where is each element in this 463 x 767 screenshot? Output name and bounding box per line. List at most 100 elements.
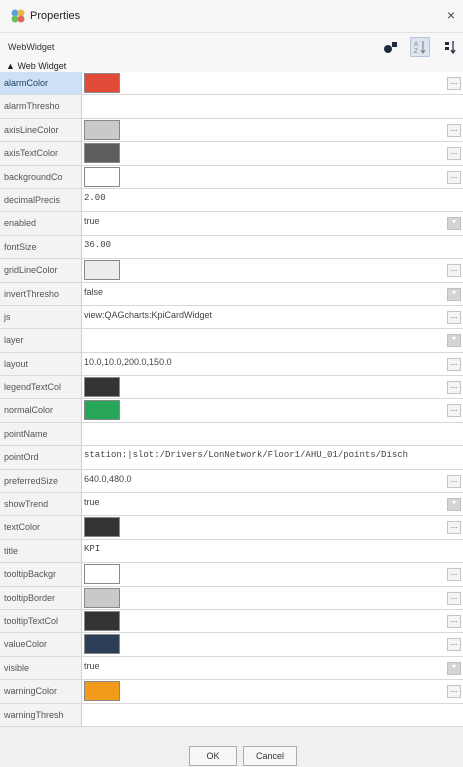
- property-row[interactable]: tooltipBorder...: [0, 586, 463, 610]
- color-swatch[interactable]: [84, 166, 120, 187]
- dropdown-button[interactable]: ▾: [447, 498, 461, 512]
- property-value[interactable]: [83, 166, 445, 188]
- property-value[interactable]: [83, 516, 445, 538]
- ellipsis-button[interactable]: ...: [447, 474, 461, 488]
- property-row[interactable]: gridLineColor...: [0, 259, 463, 283]
- property-value[interactable]: 640.0,480.0: [83, 470, 445, 492]
- property-value[interactable]: [83, 72, 445, 94]
- property-value[interactable]: 2.00: [83, 189, 445, 211]
- ellipsis-button[interactable]: ...: [447, 404, 461, 418]
- ellipsis-button[interactable]: ...: [447, 77, 461, 90]
- property-row[interactable]: legendTextCol...: [0, 376, 463, 400]
- ellipsis-button[interactable]: ...: [447, 310, 461, 324]
- color-swatch[interactable]: [84, 564, 120, 585]
- property-row[interactable]: decimalPrecis 2.00: [0, 188, 463, 213]
- property-row[interactable]: tooltipTextCol...: [0, 609, 463, 634]
- ellipsis-button[interactable]: ...: [447, 568, 461, 582]
- dropdown-button[interactable]: ▾: [447, 334, 461, 348]
- property-row[interactable]: pointOrd station:|slot:/Drivers/LonNetwor…: [0, 446, 463, 470]
- color-swatch[interactable]: [84, 587, 120, 608]
- property-value[interactable]: [83, 119, 445, 141]
- property-value[interactable]: [83, 95, 445, 117]
- color-swatch[interactable]: [84, 681, 120, 702]
- property-value[interactable]: KPI: [83, 540, 445, 562]
- property-value[interactable]: [83, 633, 445, 655]
- property-row[interactable]: alarmColor...: [0, 72, 463, 96]
- property-row[interactable]: valueColor...: [0, 633, 463, 657]
- color-swatch[interactable]: [84, 634, 120, 655]
- property-row[interactable]: normalColor...: [0, 399, 463, 423]
- property-row[interactable]: showTrend true ▾: [0, 493, 463, 517]
- property-row[interactable]: warningColor...: [0, 680, 463, 704]
- property-row[interactable]: axisLineColor...: [0, 118, 463, 143]
- property-row[interactable]: visible true ▾: [0, 656, 463, 681]
- ellipsis-button[interactable]: ...: [447, 147, 461, 161]
- property-row[interactable]: fontSize 36.00: [0, 235, 463, 260]
- property-row[interactable]: warningThresh: [0, 703, 463, 727]
- property-value[interactable]: 10.0,10.0,200.0,150.0: [83, 353, 445, 375]
- cancel-button[interactable]: Cancel: [243, 746, 297, 766]
- ok-button[interactable]: OK: [189, 746, 237, 766]
- color-swatch[interactable]: [84, 377, 120, 398]
- property-value[interactable]: [83, 610, 445, 632]
- property-row[interactable]: enabled true ▾: [0, 212, 463, 236]
- property-value[interactable]: station:|slot:/Drivers/LonNetwork/Floor1…: [83, 446, 445, 468]
- color-swatch[interactable]: [84, 400, 120, 421]
- section-header[interactable]: ▲ Web Widget: [0, 60, 463, 72]
- add-icon[interactable]: [380, 37, 400, 57]
- property-row[interactable]: js view:QAGcharts:KpiCardWidget...: [0, 305, 463, 330]
- property-value[interactable]: [83, 399, 445, 421]
- property-row[interactable]: pointName: [0, 422, 463, 447]
- property-value[interactable]: [83, 423, 445, 445]
- color-swatch[interactable]: [84, 610, 120, 631]
- dropdown-button[interactable]: ▾: [447, 217, 461, 231]
- property-row[interactable]: textColor...: [0, 516, 463, 540]
- property-value[interactable]: [83, 376, 445, 398]
- sort-az-icon[interactable]: A Z: [410, 37, 430, 57]
- property-row[interactable]: layer ▾: [0, 329, 463, 353]
- property-value[interactable]: [83, 563, 445, 585]
- property-value[interactable]: true: [83, 493, 445, 515]
- ellipsis-button[interactable]: ...: [447, 170, 461, 184]
- color-swatch[interactable]: [84, 143, 120, 164]
- ellipsis-button[interactable]: ...: [447, 685, 461, 699]
- ellipsis-button[interactable]: ...: [447, 638, 461, 652]
- property-value[interactable]: false: [83, 283, 445, 305]
- color-swatch[interactable]: [84, 119, 120, 140]
- ellipsis-button[interactable]: ...: [447, 381, 461, 395]
- property-row[interactable]: alarmThresho: [0, 95, 463, 119]
- property-row[interactable]: axisTextColor...: [0, 142, 463, 166]
- ellipsis-button[interactable]: ...: [447, 123, 461, 137]
- widget-name: WebWidget: [8, 42, 55, 52]
- color-swatch[interactable]: [84, 73, 120, 93]
- dropdown-button[interactable]: ▾: [447, 287, 461, 301]
- property-row[interactable]: title KPI: [0, 539, 463, 564]
- color-swatch[interactable]: [84, 517, 120, 538]
- property-value[interactable]: true: [83, 212, 445, 234]
- svg-text:Z: Z: [414, 49, 418, 54]
- property-value[interactable]: 36.00: [83, 236, 445, 258]
- property-row[interactable]: layout 10.0,10.0,200.0,150.0...: [0, 352, 463, 377]
- title-bar: Properties ×: [0, 0, 463, 32]
- ellipsis-button[interactable]: ...: [447, 614, 461, 628]
- property-value[interactable]: true: [83, 657, 445, 679]
- property-value[interactable]: [83, 704, 445, 726]
- ellipsis-button[interactable]: ...: [447, 521, 461, 535]
- color-swatch[interactable]: [84, 260, 120, 281]
- ellipsis-button[interactable]: ...: [447, 591, 461, 605]
- property-value[interactable]: [83, 680, 445, 702]
- dropdown-button[interactable]: ▾: [447, 661, 461, 675]
- property-row[interactable]: tooltipBackgr...: [0, 563, 463, 587]
- ellipsis-button[interactable]: ...: [447, 264, 461, 278]
- property-value[interactable]: [83, 587, 445, 609]
- property-value[interactable]: [83, 142, 445, 164]
- property-value[interactable]: view:QAGcharts:KpiCardWidget: [83, 306, 445, 328]
- property-value[interactable]: [83, 329, 445, 351]
- close-icon[interactable]: ×: [447, 7, 455, 23]
- property-row[interactable]: invertThresho false ▾: [0, 282, 463, 306]
- ellipsis-button[interactable]: ...: [447, 357, 461, 371]
- sort-icon[interactable]: [440, 37, 460, 57]
- property-value[interactable]: [83, 259, 445, 281]
- property-row[interactable]: backgroundCo...: [0, 165, 463, 189]
- property-row[interactable]: preferredSize 640.0,480.0...: [0, 469, 463, 494]
